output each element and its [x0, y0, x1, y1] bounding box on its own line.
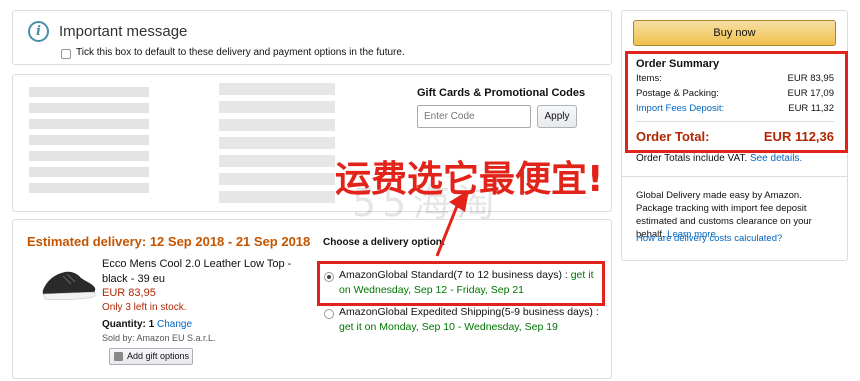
add-gift-options-button[interactable]: Add gift options	[109, 348, 193, 365]
buy-now-button[interactable]: Buy now	[633, 20, 836, 46]
expedited-shipping-label: AmazonGlobal Expedited Shipping(5-9 busi…	[339, 306, 599, 318]
promo-code-input[interactable]	[417, 105, 531, 128]
vat-details-link[interactable]: See details.	[750, 153, 802, 164]
quantity-row: Quantity: 1 Change	[102, 319, 192, 330]
blurred-address	[29, 87, 149, 199]
blurred-payment	[219, 83, 335, 203]
product-name[interactable]: Ecco Mens Cool 2.0 Leather Low Top - bla…	[102, 257, 294, 287]
quantity-value: 1	[148, 319, 155, 330]
change-quantity-link[interactable]: Change	[157, 319, 192, 330]
section-divider	[622, 176, 847, 177]
expedited-shipping-date: get it on Monday, Sep 10 - Wednesday, Se…	[339, 321, 558, 333]
order-summary-highlight	[625, 51, 848, 153]
estimated-delivery: Estimated delivery: 12 Sep 2018 - 21 Sep…	[27, 234, 311, 249]
expedited-shipping-option[interactable]: AmazonGlobal Expedited Shipping(5-9 busi…	[339, 305, 609, 335]
gift-options-label: Add gift options	[127, 351, 190, 361]
standard-shipping-highlight	[317, 261, 605, 306]
quantity-label: Quantity:	[102, 319, 146, 330]
sold-by: Sold by: Amazon EU S.a.r.L.	[102, 333, 216, 343]
default-options-checkbox[interactable]	[61, 49, 71, 59]
gift-icon	[114, 352, 123, 361]
expedited-shipping-radio[interactable]	[324, 309, 334, 319]
gift-cards-title: Gift Cards & Promotional Codes	[417, 87, 586, 99]
important-message-panel: i Important message Tick this box to def…	[12, 10, 612, 65]
delivery-costs-link[interactable]: How are delivery costs calculated?	[636, 233, 782, 244]
info-icon: i	[28, 21, 49, 42]
stock-status: Only 3 left in stock.	[102, 302, 187, 313]
apply-button[interactable]: Apply	[537, 105, 577, 128]
annotation-arrow	[435, 190, 469, 257]
vat-note: Order Totals include VAT. See details.	[636, 153, 802, 164]
product-image[interactable]	[41, 264, 97, 304]
message-title: Important message	[59, 23, 188, 40]
vat-text: Order Totals include VAT.	[636, 153, 748, 164]
product-price: EUR 83,95	[102, 287, 156, 299]
default-options-label[interactable]: Tick this box to default to these delive…	[76, 47, 405, 58]
